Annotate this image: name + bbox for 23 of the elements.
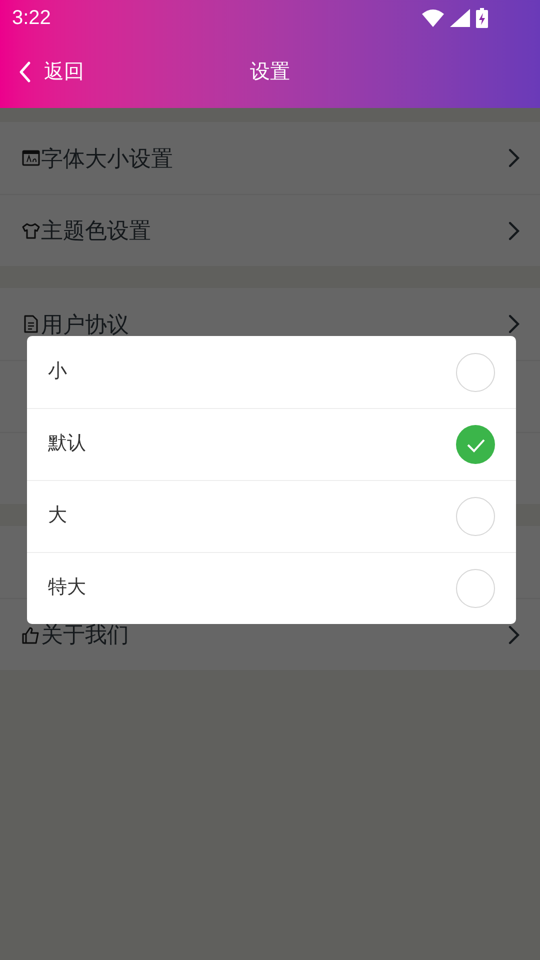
settings-label: 字体大小设置 (41, 144, 174, 172)
chevron-right-icon (508, 314, 520, 334)
chevron-right-icon (508, 624, 520, 644)
chevron-right-icon (508, 220, 520, 240)
settings-label: 关于我们 (41, 621, 130, 649)
font-size-option[interactable]: 默认 (27, 408, 516, 480)
wifi-icon (422, 9, 444, 27)
chevron-right-icon (508, 148, 520, 168)
settings-row[interactable]: 字体大小设置 (0, 122, 540, 194)
signal-icon (450, 9, 470, 27)
thumbs-up-icon (21, 624, 41, 644)
font-size-option[interactable]: 特大 (27, 552, 516, 624)
shirt-icon (21, 220, 41, 240)
settings-label: 用户协议 (41, 310, 130, 338)
font-window-icon (21, 148, 41, 168)
status-time: 3:22 (12, 6, 51, 31)
battery-charging-icon (476, 8, 488, 28)
page-title: 设置 (250, 60, 290, 85)
settings-row[interactable]: 主题色设置 (0, 194, 540, 266)
back-chevron-icon (18, 61, 32, 83)
back-button[interactable]: 返回 (0, 57, 84, 87)
font-size-option[interactable]: 大 (27, 480, 516, 552)
settings-label: 主题色设置 (41, 217, 152, 245)
